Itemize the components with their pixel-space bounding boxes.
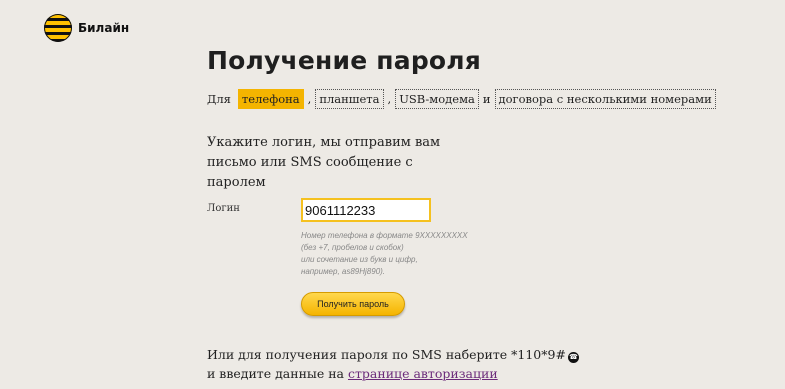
login-hint: Номер телефона в формате 9XXXXXXXXX (без… [301,230,491,278]
hint-line: например, as89Hj890). [301,267,386,276]
tab-tablet[interactable]: планшета [315,89,384,109]
device-lead-text: Для [207,92,231,106]
login-label: Логин [207,203,240,214]
separator: и [482,92,491,106]
auth-page-link[interactable]: странице авторизации [348,366,498,381]
tab-usb-modem[interactable]: USB-модема [395,89,479,109]
instructions-line: письмо или SMS сообщение с паролем [207,155,413,190]
beeline-logo-icon [44,14,72,42]
get-password-button[interactable]: Получить пароль [301,292,405,316]
hint-line: или сочетание из букв и цифр, [301,255,418,264]
device-type-selector: Для телефона , планшета , USB-модема и д… [207,89,718,109]
brand-logo[interactable]: Билайн [44,14,129,42]
separator: , [307,92,312,106]
instructions: Укажите логин, мы отправим вам письмо ил… [207,133,467,193]
hint-line: Номер телефона в формате 9XXXXXXXXX [301,231,468,240]
brand-name: Билайн [78,21,130,35]
instructions-line: Укажите логин, мы отправим вам [207,135,441,150]
sms-info-text: и введите данные на [207,366,345,381]
login-input[interactable] [301,198,431,222]
tab-multi-number-contract[interactable]: договора с несколькими номерами [494,89,716,109]
sms-info: Или для получения пароля по SMS наберите… [207,345,579,383]
phone-call-icon: ☎ [567,352,579,363]
hint-line: (без +7, пробелов и скобок) [301,243,404,252]
sms-info-text: Или для получения пароля по SMS наберите… [207,347,566,362]
tab-phone[interactable]: телефона [237,89,304,109]
separator: , [387,92,392,106]
page-title: Получение пароля [207,46,482,75]
